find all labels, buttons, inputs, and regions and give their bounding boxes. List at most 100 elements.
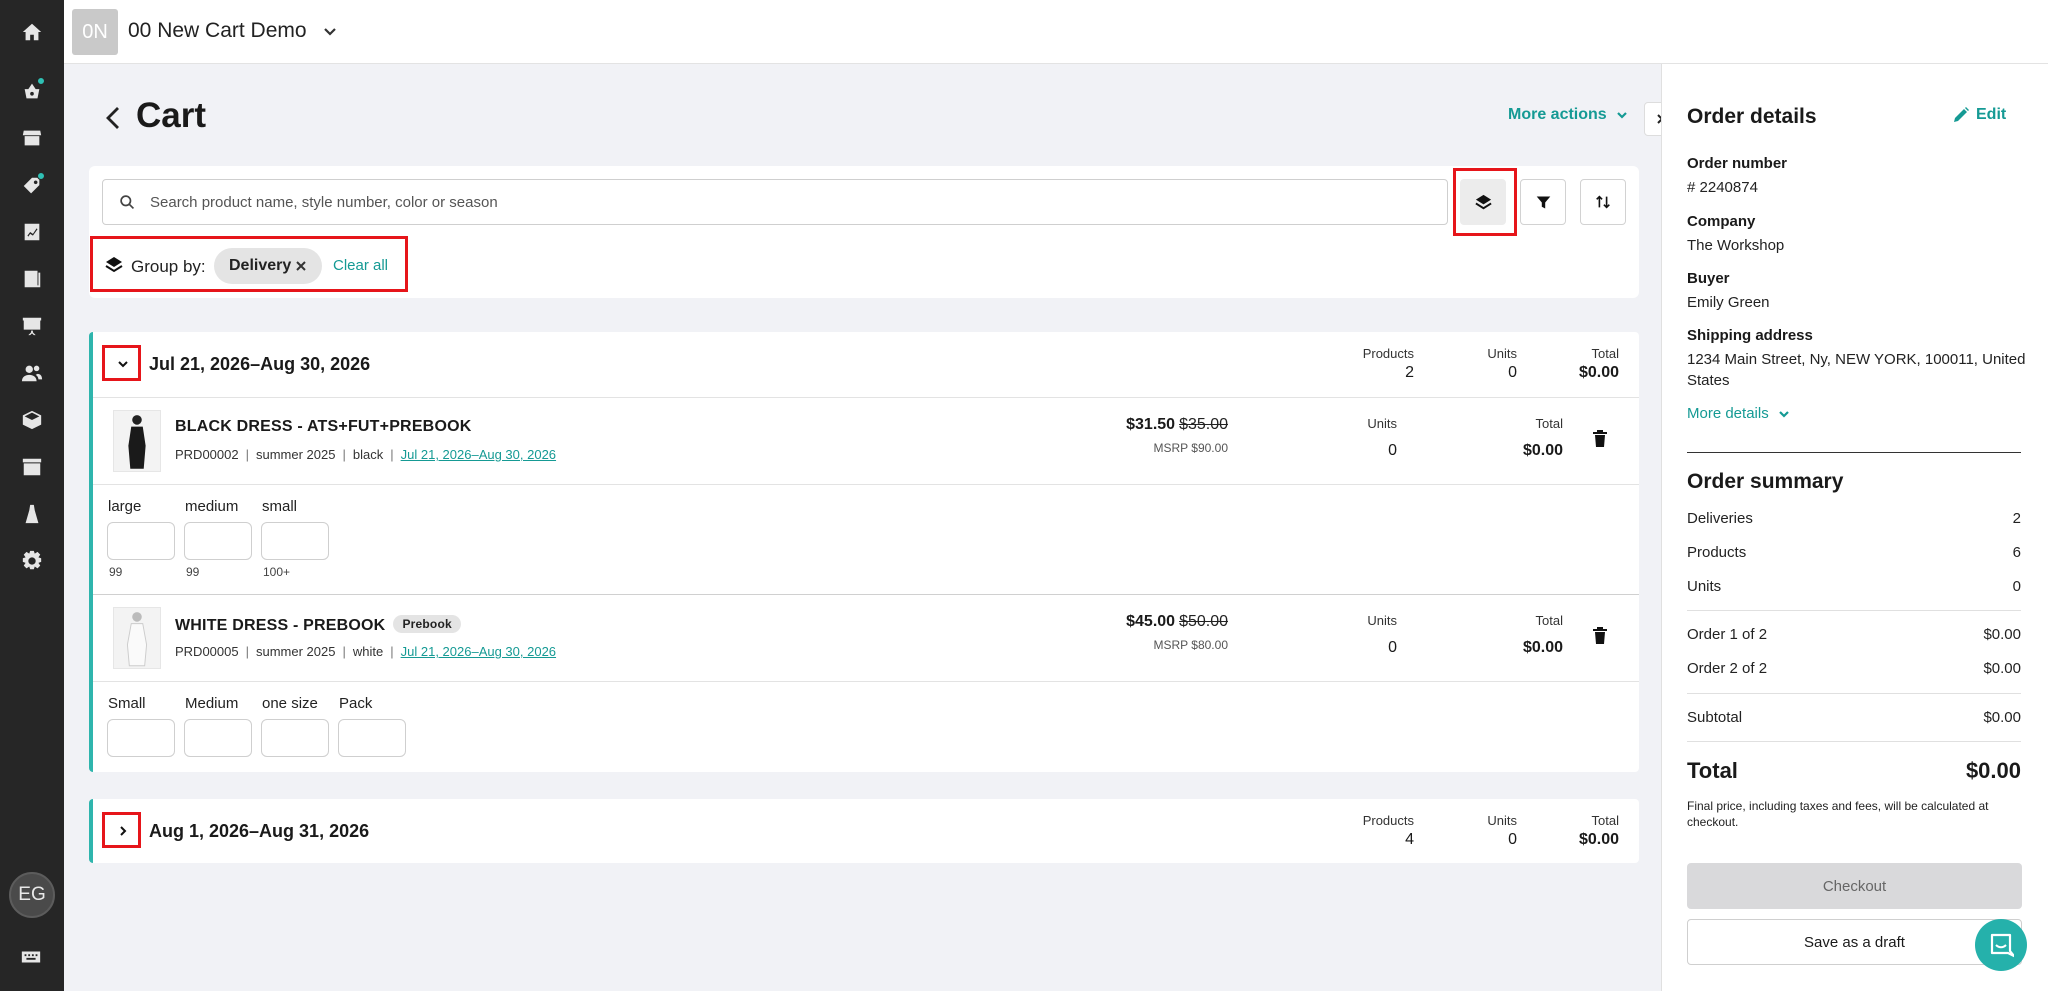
group-by-chip[interactable]: Delivery [214,248,322,284]
product-meta: PRD00002 | summer 2025 | black | Jul 21, 2026–… [175,447,557,462]
top-bar [64,0,2048,64]
presentation-icon[interactable] [20,314,44,338]
product-code: PRD00002 [175,447,239,462]
size-quantity-input[interactable] [107,719,175,757]
msrp: MSRP $80.00 [1153,638,1229,652]
product-color: black [352,447,384,462]
size-quantity-input[interactable] [184,522,252,560]
chevron-down-icon [1778,410,1789,418]
search-box[interactable] [102,179,1448,225]
subtotal-value: $0.00 [1983,709,2021,726]
group-by-button[interactable] [1460,179,1506,225]
checkout-button[interactable]: Checkout [1687,863,2022,909]
divider [93,681,1639,682]
group-total: $0.00 [1578,364,1619,381]
tag-icon[interactable] [20,172,45,198]
product-name[interactable]: WHITE DRESS - PREBOOK Prebook [175,615,461,635]
workspace-name[interactable]: 00 New Cart Demo [128,19,307,43]
gear-icon[interactable] [20,549,44,573]
page-title: Cart [136,96,207,135]
clear-all-link[interactable]: Clear all [333,257,388,274]
shipping-address-label: Shipping address [1687,327,1813,344]
home-icon[interactable] [20,20,44,44]
order-label: Order 2 of 2 [1687,660,1768,677]
summary-row: Products 6 [1687,544,2021,561]
summary-row: Deliveries 2 [1687,510,2021,527]
search-icon [120,194,135,209]
size-label: one size [262,695,318,712]
sort-button[interactable] [1580,179,1626,225]
trash-icon[interactable] [1592,429,1608,447]
products-label: Products [1362,346,1414,361]
edit-button[interactable]: Edit [1952,106,2006,124]
units-label: Units [1367,613,1397,628]
storefront-icon[interactable] [20,126,44,150]
back-arrow-icon[interactable] [102,104,126,132]
size-quantity-input[interactable] [107,522,175,560]
divider [93,484,1639,485]
close-icon[interactable] [294,259,308,273]
save-draft-button[interactable]: Save as a draft [1687,919,2022,965]
size-quantity-input[interactable] [261,719,329,757]
product-code: PRD00005 [175,644,239,659]
total-label: Total [1535,416,1563,431]
product-delivery-link[interactable]: Jul 21, 2026–Aug 30, 2026 [401,447,556,462]
users-icon[interactable] [20,361,44,385]
sale-price: $45.00 [1126,613,1176,630]
divider [1687,741,2021,742]
msrp: MSRP $90.00 [1153,441,1229,455]
more-details-button[interactable]: More details [1687,405,1791,422]
size-label: large [108,498,142,515]
original-price: $35.00 [1179,416,1228,433]
product-thumbnail[interactable] [113,607,161,669]
basket-icon[interactable] [20,77,45,103]
size-quantity-input[interactable] [338,719,406,757]
product-thumbnail[interactable] [113,410,161,472]
sidebar: EG [0,0,64,991]
group-title: Aug 1, 2026–Aug 31, 2026 [149,821,370,841]
order-row: Order 1 of 2 $0.00 [1687,626,2021,643]
brand-icon[interactable] [20,502,44,526]
size-label: medium [185,498,239,515]
size-quantity-input[interactable] [261,522,329,560]
order-value: $0.00 [1983,626,2021,643]
workspace-badge[interactable]: 0N [72,9,118,55]
summary-value: 2 [2012,510,2021,527]
order-number-label: Order number [1687,155,1788,172]
analytics-icon[interactable] [20,220,44,244]
chevron-down-icon [118,361,128,368]
trash-icon[interactable] [1592,626,1608,644]
group-expand-toggle[interactable] [109,817,137,845]
more-details-label: More details [1687,405,1769,422]
product-delivery-link[interactable]: Jul 21, 2026–Aug 30, 2026 [401,644,556,659]
keyboard-icon[interactable] [19,945,43,969]
group-collapse-toggle[interactable] [109,350,137,378]
divider [93,397,1639,398]
user-avatar[interactable]: EG [9,872,55,918]
products-count: 2 [1405,364,1414,381]
chat-button[interactable] [1975,919,2027,971]
product-units: 0 [1388,639,1397,656]
more-actions-label: More actions [1508,106,1607,123]
group-title: Jul 21, 2026–Aug 30, 2026 [149,354,371,374]
product-name[interactable]: BLACK DRESS - ATS+FUT+PREBOOK [175,418,472,436]
product-season: summer 2025 [256,644,336,659]
units-label: Units [1487,813,1517,828]
subtotal-row: Subtotal $0.00 [1687,709,2021,726]
chevron-down-icon[interactable] [320,22,340,42]
buyer-label: Buyer [1687,270,1730,287]
units-count: 0 [1508,364,1517,381]
summary-label: Deliveries [1687,510,1753,527]
pencil-icon [1954,107,1969,122]
search-input[interactable] [150,193,1430,211]
layers-icon [1474,194,1492,209]
filter-button[interactable] [1520,179,1566,225]
more-actions-button[interactable]: More actions [1508,106,1629,124]
divider [93,594,1639,595]
box-icon[interactable] [20,408,44,432]
catalog-icon[interactable] [20,267,44,291]
shop-icon[interactable] [20,455,44,479]
size-label: Medium [185,695,239,712]
total-label: Total [1591,813,1619,828]
size-quantity-input[interactable] [184,719,252,757]
